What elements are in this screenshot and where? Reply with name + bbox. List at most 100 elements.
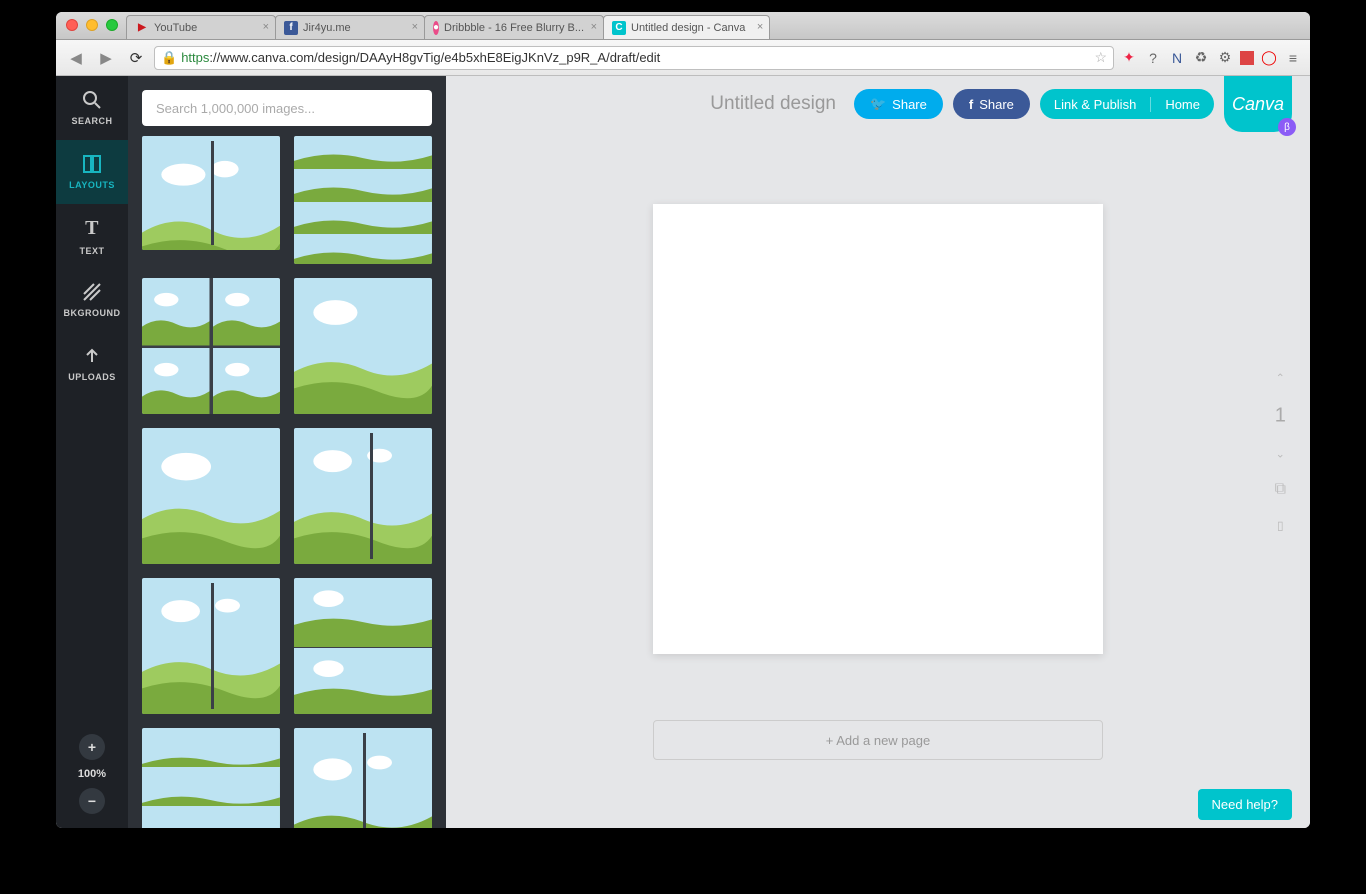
settings-gear-icon[interactable]: ⚙ [1216,49,1234,67]
link-publish-button[interactable]: Link & Publish Home [1040,89,1214,119]
canvas-stage: Untitled design 🐦 Share f Share Link & P… [446,76,1310,828]
background-icon [82,282,102,302]
facebook-icon: f [969,97,973,112]
tab-label: Jir4yu.me [303,22,351,34]
dribbble-icon: ● [433,21,439,35]
layout-thumb[interactable] [142,578,280,714]
layouts-panel [128,76,446,828]
design-canvas[interactable] [653,204,1103,654]
sidebar-item-layouts[interactable]: LAYOUTS [56,140,128,204]
layout-thumb[interactable] [294,578,432,714]
browser-tab-youtube[interactable]: ▶ YouTube × [126,15,276,39]
browser-tab-bar: ▶ YouTube × f Jir4yu.me × ● Dribbble - 1… [56,12,1310,40]
facebook-icon: f [284,21,298,35]
page-up-icon[interactable]: ⌃ [1276,372,1285,385]
menu-icon[interactable]: ≡ [1284,49,1302,67]
upload-icon [82,346,102,366]
address-bar[interactable]: 🔒 https ://www.canva.com/design/DAAyH8gv… [154,46,1114,70]
tab-label: Dribbble - 16 Free Blurry B... [444,22,584,34]
button-label: + Add a new page [826,733,930,748]
sidebar-label: TEXT [79,246,104,256]
layout-thumb[interactable] [142,428,280,564]
canva-icon: C [612,21,626,35]
youtube-icon: ▶ [135,21,149,35]
close-tab-icon[interactable]: × [757,21,763,33]
maximize-window-button[interactable] [106,19,118,31]
extension-icon[interactable]: ✦ [1120,49,1138,67]
layout-thumb[interactable] [294,428,432,564]
extension-icon[interactable]: ? [1144,49,1162,67]
back-button[interactable]: ◀ [64,46,88,70]
sidebar-item-search[interactable]: SEARCH [56,76,128,140]
sidebar-label: LAYOUTS [69,180,115,190]
sidebar-label: SEARCH [71,116,112,126]
browser-tab-dribbble[interactable]: ● Dribbble - 16 Free Blurry B... × [424,15,604,39]
tab-label: YouTube [154,22,197,34]
home-button[interactable]: Home [1150,97,1214,112]
layout-thumb[interactable] [142,728,280,828]
extension-icon[interactable]: ◯ [1260,49,1278,67]
document-title[interactable]: Untitled design [710,93,836,115]
add-page-button[interactable]: + Add a new page [653,720,1103,760]
button-label: Share [979,97,1014,112]
close-tab-icon[interactable]: × [263,21,269,33]
button-label: Link & Publish [1040,97,1150,112]
bookmark-star-icon[interactable]: ☆ [1094,49,1107,66]
logo-text: Canva [1232,94,1284,115]
layout-thumb[interactable] [294,136,432,264]
search-field-wrapper [142,90,432,126]
zoom-level: 100% [78,768,106,780]
tab-label: Untitled design - Canva [631,22,745,34]
layout-thumb[interactable] [294,278,432,414]
search-icon [82,90,102,110]
twitter-icon: 🐦 [870,96,886,112]
zoom-in-button[interactable]: + [79,734,105,760]
browser-tab-jir4yu[interactable]: f Jir4yu.me × [275,15,425,39]
close-tab-icon[interactable]: × [412,21,418,33]
button-label: Share [892,97,927,112]
page-controls: ⌃ 1 ⌄ ⧉ ▯ [1275,372,1286,533]
sidebar-label: BKGROUND [64,308,121,318]
copy-page-icon[interactable]: ⧉ [1275,481,1286,499]
page-down-icon[interactable]: ⌄ [1276,448,1285,461]
browser-toolbar: ◀ ▶ ⟳ 🔒 https ://www.canva.com/design/DA… [56,40,1310,76]
browser-tab-canva[interactable]: C Untitled design - Canva × [603,15,770,39]
extension-icon[interactable]: ♻ [1192,49,1210,67]
zoom-out-button[interactable]: − [79,788,105,814]
layout-thumb[interactable] [142,278,280,414]
beta-badge: β [1278,118,1296,136]
facebook-share-button[interactable]: f Share [953,89,1030,119]
button-label: Need help? [1212,797,1279,812]
text-icon: T [85,217,99,240]
app-body: SEARCH LAYOUTS T TEXT BKGROUND UPLOADS +… [56,76,1310,828]
extension-icon[interactable] [1240,51,1254,65]
help-button[interactable]: Need help? [1198,789,1293,820]
sidebar-item-uploads[interactable]: UPLOADS [56,332,128,396]
reload-button[interactable]: ⟳ [124,46,148,70]
sidebar-item-background[interactable]: BKGROUND [56,268,128,332]
sidebar-label: UPLOADS [68,372,116,382]
extension-icon[interactable]: N [1168,49,1186,67]
window-controls [66,19,118,31]
page-number: 1 [1275,405,1286,428]
delete-page-icon[interactable]: ▯ [1277,519,1284,533]
url-scheme: https [181,50,209,65]
layout-thumb[interactable] [294,728,432,828]
twitter-share-button[interactable]: 🐦 Share [854,89,943,119]
search-input[interactable] [156,101,418,116]
sidebar-item-text[interactable]: T TEXT [56,204,128,268]
layouts-icon [82,154,102,174]
close-tab-icon[interactable]: × [591,21,597,33]
close-window-button[interactable] [66,19,78,31]
left-sidebar: SEARCH LAYOUTS T TEXT BKGROUND UPLOADS +… [56,76,128,828]
extension-icons: ✦ ? N ♻ ⚙ ◯ ≡ [1120,49,1302,67]
layout-thumb[interactable] [142,136,280,250]
header-bar: Untitled design 🐦 Share f Share Link & P… [446,76,1310,132]
forward-button[interactable]: ▶ [94,46,118,70]
lock-icon: 🔒 [161,50,177,66]
canva-logo[interactable]: Canva β [1224,76,1292,132]
layouts-grid[interactable] [128,136,446,828]
minimize-window-button[interactable] [86,19,98,31]
url-text: ://www.canva.com/design/DAAyH8gvTig/e4b5… [209,50,660,65]
zoom-controls: + 100% − [78,734,106,814]
